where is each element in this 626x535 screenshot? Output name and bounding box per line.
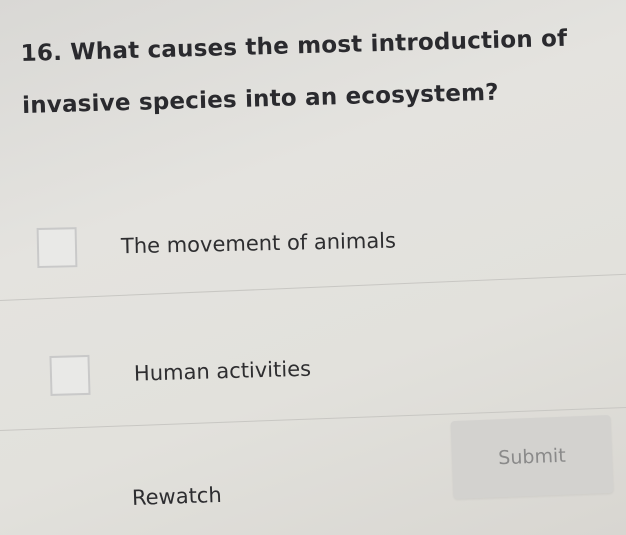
quiz-screen: 16. What causes the most introduction of… [0, 0, 626, 535]
answer-label: Human activities [133, 356, 312, 386]
answer-label: The movement of animals [120, 228, 397, 259]
submit-button[interactable]: Submit [450, 414, 614, 500]
rewatch-link[interactable]: Rewatch [132, 483, 222, 510]
answer-option[interactable]: The movement of animals [36, 220, 397, 268]
answer-checkbox[interactable] [36, 227, 78, 268]
divider [0, 273, 626, 301]
question-body: What causes the most introduction of inv… [21, 25, 568, 119]
answer-checkbox[interactable] [49, 354, 91, 396]
answer-option[interactable]: Human activities [49, 349, 311, 396]
question-number: 16. [20, 39, 63, 67]
question-text: 16. What causes the most introduction of… [20, 12, 613, 132]
